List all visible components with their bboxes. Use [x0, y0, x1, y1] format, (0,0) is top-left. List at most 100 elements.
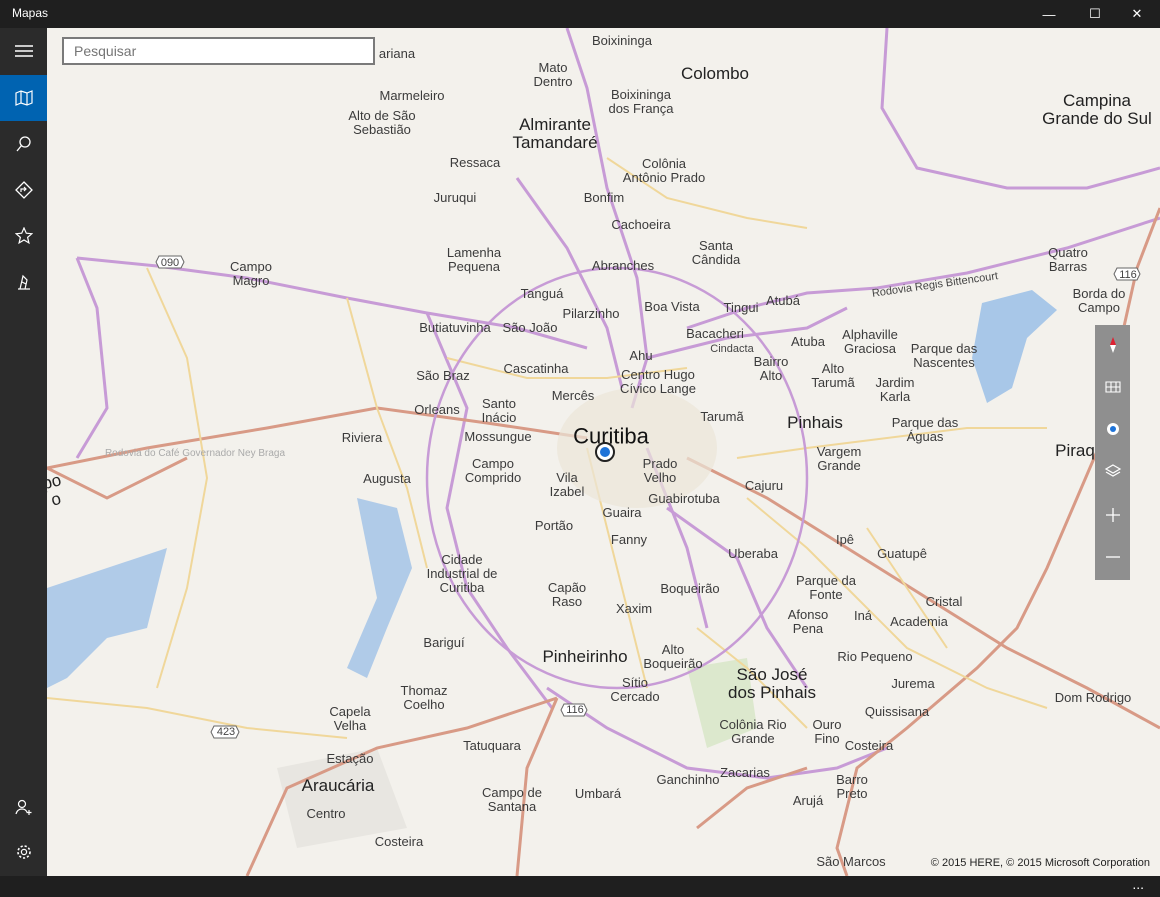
zoom-out-button[interactable]	[1095, 537, 1130, 577]
map-place-label[interactable]: Santa Cândida	[692, 239, 740, 267]
current-location-marker[interactable]	[595, 442, 615, 462]
map-place-label[interactable]: Umbará	[575, 787, 621, 801]
map-place-label[interactable]: Academia	[890, 615, 948, 629]
map-place-label[interactable]: Atuba	[791, 335, 825, 349]
map-place-label[interactable]: Campo Comprido	[465, 457, 521, 485]
map-place-label[interactable]: Campo de Santana	[482, 786, 542, 814]
map-place-label[interactable]: Mato Dentro	[533, 61, 572, 89]
map-place-label[interactable]: Bonfim	[584, 191, 624, 205]
map-place-label[interactable]: Quissisana	[865, 705, 929, 719]
map-place-label[interactable]: Xaxim	[616, 602, 652, 616]
map-place-label[interactable]: Zacarias	[720, 766, 770, 780]
map-place-label[interactable]: Guatupê	[877, 547, 927, 561]
favorites-button[interactable]	[0, 213, 47, 259]
map-place-label[interactable]: Jardim Karla	[875, 376, 914, 404]
zoom-in-button[interactable]	[1095, 495, 1130, 535]
directions-button[interactable]	[0, 167, 47, 213]
map-place-label[interactable]: Bariguí	[423, 636, 464, 650]
map-place-label[interactable]: Bacacheri	[686, 327, 744, 341]
map-place-label[interactable]: Tatuquara	[463, 739, 521, 753]
map-place-label[interactable]: Alto Tarumã	[811, 362, 854, 390]
map-place-label[interactable]: Boixininga	[592, 34, 652, 48]
menu-button[interactable]	[0, 28, 47, 74]
map-place-label[interactable]: Tingui	[724, 301, 759, 315]
map-place-label[interactable]: Parque da Fonte	[796, 574, 856, 602]
map-place-label[interactable]: Prado Velho	[643, 457, 678, 485]
layers-button[interactable]	[1095, 451, 1130, 491]
map-place-label[interactable]: Vargem Grande	[817, 445, 862, 473]
settings-button[interactable]	[0, 829, 47, 875]
map-place-label[interactable]: Atubá	[766, 294, 800, 308]
map-place-label[interactable]: Ressaca	[450, 156, 501, 170]
close-button[interactable]: ✕	[1114, 0, 1160, 28]
map-place-label[interactable]: Portão	[535, 519, 573, 533]
map-place-label[interactable]: Pinheirinho	[542, 648, 627, 666]
map-place-label[interactable]: Fanny	[611, 533, 647, 547]
map-place-label[interactable]: Cachoeira	[611, 218, 670, 232]
map-place-label[interactable]: Costeira	[375, 835, 423, 849]
map-place-label[interactable]: Butiatuvinha	[419, 321, 491, 335]
map-canvas[interactable]: 090 116 116 423 Boixininga Colombo Campina…	[47, 28, 1160, 876]
map-place-label[interactable]: Boa Vista	[644, 300, 699, 314]
map-place-label[interactable]: Costeira	[845, 739, 893, 753]
map-place-label[interactable]: Rodovia do Café Governador Ney Braga	[105, 447, 285, 461]
map-place-label[interactable]: Cajuru	[745, 479, 783, 493]
map-place-label[interactable]: Ahu	[629, 349, 652, 363]
map-place-label[interactable]: São Braz	[416, 369, 469, 383]
map-place-label[interactable]: Uberaba	[728, 547, 778, 561]
map-place-label[interactable]: Vila Izabel	[550, 471, 585, 499]
map-place-label[interactable]: Juruqui	[434, 191, 477, 205]
account-button[interactable]	[0, 784, 47, 830]
map-place-label[interactable]: Thomaz Coelho	[401, 684, 448, 712]
map-place-label[interactable]: Ganchinho	[657, 773, 720, 787]
map-place-label[interactable]: Pilarzinho	[562, 307, 619, 321]
map-place-label[interactable]: Tanguá	[521, 287, 564, 301]
map-place-label[interactable]: Cascatinha	[503, 362, 568, 376]
map-place-label[interactable]: Campo Magro	[230, 260, 272, 288]
map-place-label[interactable]: Guabirotuba	[648, 492, 720, 506]
map-place-label[interactable]: Capão Raso	[548, 581, 586, 609]
map-place-label[interactable]: Pinhais	[787, 414, 843, 432]
map-place-label[interactable]: Mercês	[552, 389, 595, 403]
map-place-label[interactable]: Cristal	[926, 595, 963, 609]
map-place-label[interactable]: Colônia Antônio Prado	[623, 157, 705, 185]
map-place-label[interactable]: Cindacta	[710, 342, 753, 356]
map-place-label[interactable]: Bairro Alto	[754, 355, 789, 383]
map-place-label[interactable]: Tarumã	[700, 410, 743, 424]
map-place-label[interactable]: Parque das Nascentes	[911, 342, 978, 370]
map-place-label[interactable]: Orleans	[414, 403, 460, 417]
map-button[interactable]	[0, 75, 47, 121]
map-place-label[interactable]: Santo Inácio	[482, 397, 517, 425]
minimize-button[interactable]: —	[1026, 0, 1072, 28]
map-place-label[interactable]: Abranches	[592, 259, 654, 273]
map-place-label[interactable]: Capela Velha	[329, 705, 370, 733]
map-place-label[interactable]: Arujá	[793, 794, 823, 808]
map-place-label[interactable]: Ouro Fino	[813, 718, 842, 746]
map-place-label[interactable]: Boqueirão	[660, 582, 719, 596]
landmarks-button[interactable]	[0, 259, 47, 305]
my-location-button[interactable]	[1095, 409, 1130, 449]
map-place-label[interactable]: Mossungue	[464, 430, 531, 444]
map-place-label[interactable]: Barro Preto	[836, 773, 868, 801]
map-place-label[interactable]: Augusta	[363, 472, 411, 486]
map-place-label[interactable]: Alto de São Sebastião	[348, 109, 415, 137]
map-place-label[interactable]: Sítio Cercado	[610, 676, 659, 704]
map-place-label[interactable]: Estação	[327, 752, 374, 766]
map-place-label[interactable]: ariana	[379, 47, 415, 61]
search-button[interactable]	[0, 121, 47, 167]
map-place-label[interactable]: Cidade Industrial de Curitiba	[427, 553, 498, 595]
more-options-button[interactable]: ...	[1132, 876, 1144, 892]
maximize-button[interactable]: ☐	[1072, 0, 1118, 28]
search-box[interactable]	[62, 37, 375, 65]
map-place-label[interactable]: Centro	[306, 807, 345, 821]
map-place-label[interactable]: São José dos Pinhais	[728, 666, 816, 702]
map-place-label[interactable]: Iná	[854, 609, 872, 623]
streetside-button[interactable]	[1095, 367, 1130, 407]
compass-button[interactable]	[1095, 325, 1130, 365]
map-place-label[interactable]: Araucária	[302, 777, 375, 795]
map-place-label[interactable]: São João	[503, 321, 558, 335]
map-place-label[interactable]: Lamenha Pequena	[447, 246, 501, 274]
search-input[interactable]	[64, 39, 373, 63]
map-place-label[interactable]: Parque das Águas	[892, 416, 959, 444]
map-place-label[interactable]: São Marcos	[816, 855, 885, 869]
